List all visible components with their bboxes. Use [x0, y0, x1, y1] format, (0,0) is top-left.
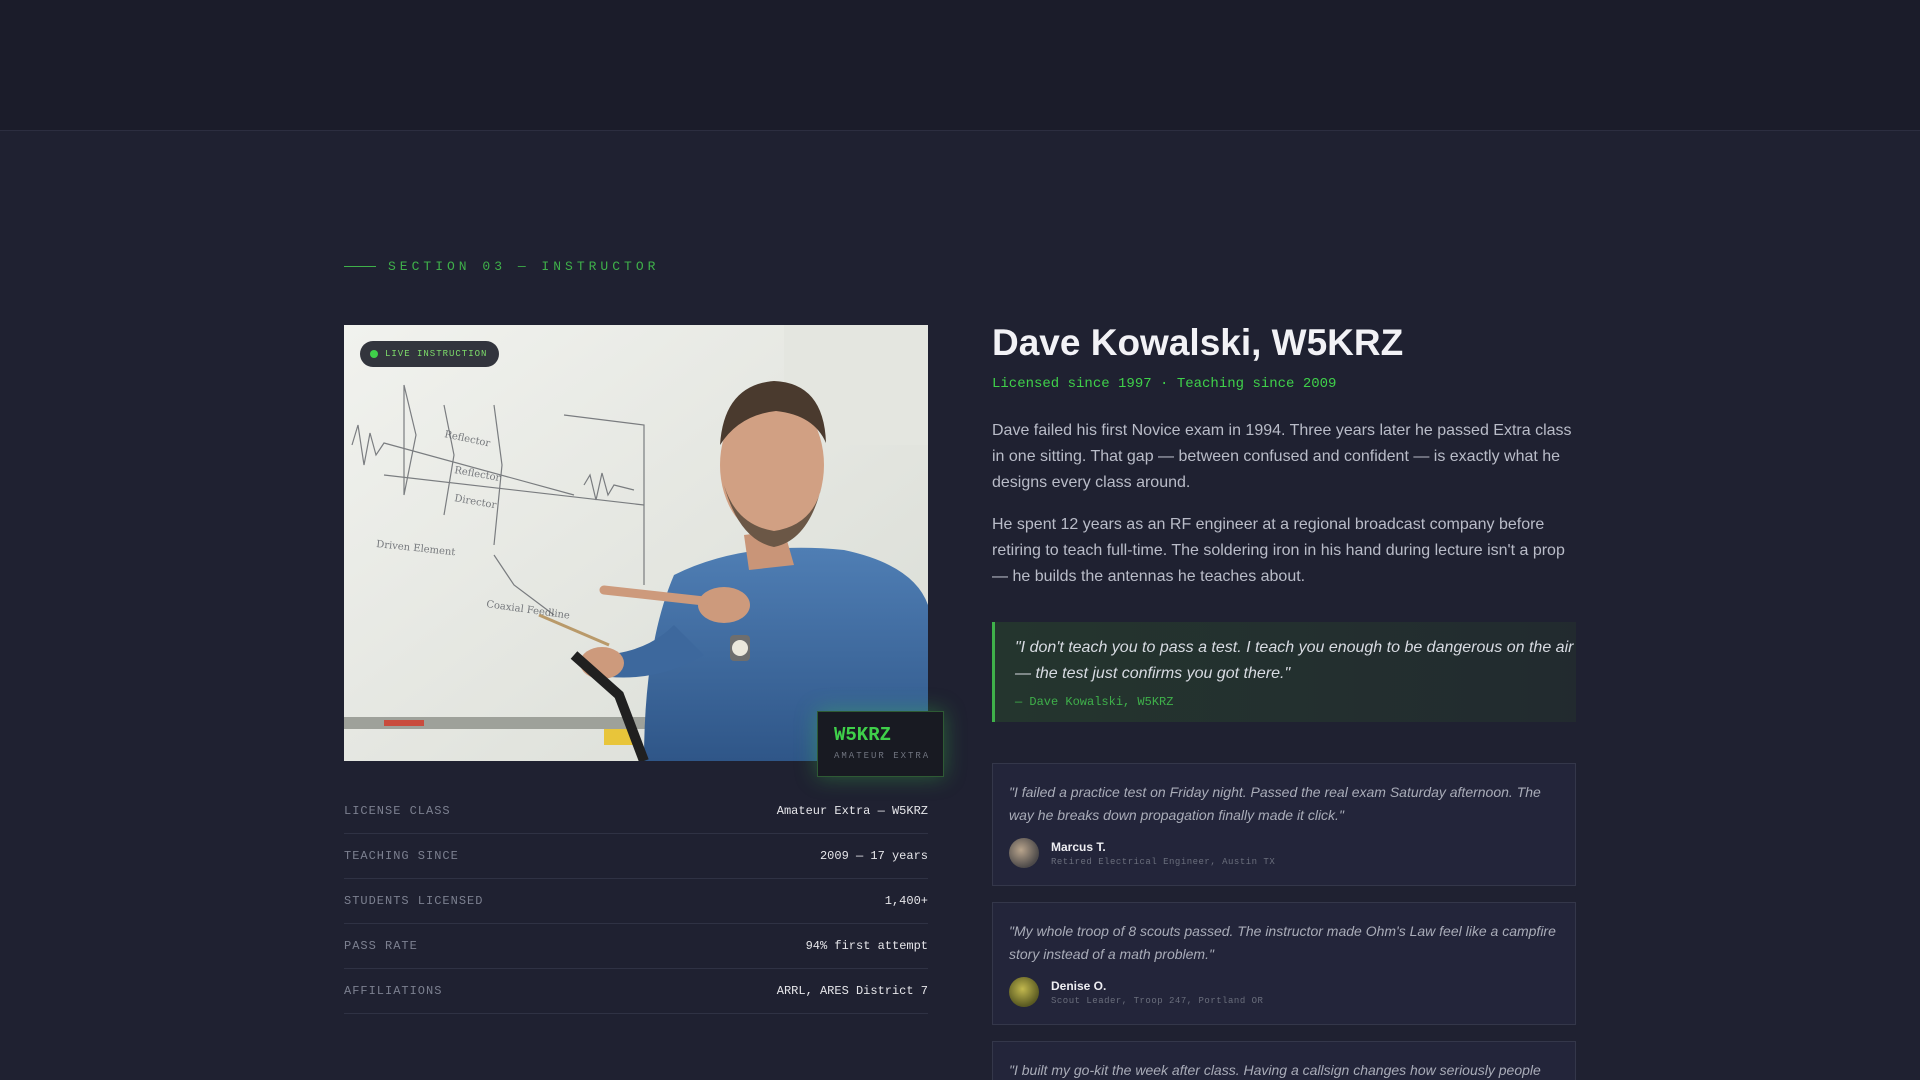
fact-value: ARRL, ARES District 7 [776, 984, 928, 998]
author-role: Scout Leader, Troop 247, Portland OR [1051, 995, 1264, 1006]
license-class: AMATEUR EXTRA [834, 751, 931, 761]
testimonial-author: Denise O. Scout Leader, Troop 247, Portl… [1009, 977, 1559, 1007]
avatar [1009, 838, 1039, 868]
fact-row: AFFILIATIONS ARRL, ARES District 7 [344, 969, 928, 1014]
fact-value: Amateur Extra — W5KRZ [776, 804, 928, 818]
section-rule [344, 266, 376, 267]
instructor-quote: "I don't teach you to pass a test. I tea… [992, 622, 1576, 722]
instructor-name: Dave Kowalski, W5KRZ [992, 322, 1404, 363]
top-navigation-bar [0, 0, 1920, 131]
live-badge-label: LIVE INSTRUCTION [385, 349, 488, 359]
fact-key: PASS RATE [344, 939, 418, 953]
testimonial-card: "I built my go-kit the week after class.… [992, 1041, 1576, 1080]
author-name: Marcus T. [1051, 839, 1106, 854]
fact-row: STUDENTS LICENSED 1,400+ [344, 879, 928, 924]
section-label-text: SECTION 03 — INSTRUCTOR [388, 259, 660, 274]
testimonial-quote: "I built my go-kit the week after class.… [1009, 1062, 1541, 1078]
fact-value: 94% first attempt [805, 939, 928, 953]
callsign: W5KRZ [834, 724, 892, 746]
testimonial-quote: "I failed a practice test on Friday nigh… [1009, 784, 1541, 823]
live-instruction-badge: LIVE INSTRUCTION [360, 341, 500, 367]
instructor-facts: LICENSE CLASS Amateur Extra — W5KRZ TEAC… [344, 789, 928, 1014]
testimonial-author: Marcus T. Retired Electrical Engineer, A… [1009, 838, 1559, 868]
author-name: Denise O. [1051, 978, 1107, 993]
fact-value: 1,400+ [884, 894, 928, 908]
quote-attribution: — Dave Kowalski, W5KRZ [1015, 695, 1174, 709]
instructor-photo-illustration: Reflector Reflector Director Driven Elem… [344, 325, 928, 761]
fact-row: PASS RATE 94% first attempt [344, 924, 928, 969]
fact-row: TEACHING SINCE 2009 — 17 years [344, 834, 928, 879]
live-indicator-icon [370, 350, 378, 358]
section-label: SECTION 03 — INSTRUCTOR [344, 259, 659, 274]
fact-key: TEACHING SINCE [344, 849, 459, 863]
avatar [1009, 977, 1039, 1007]
testimonial-card: "My whole troop of 8 scouts passed. The … [992, 902, 1576, 1025]
author-role: Retired Electrical Engineer, Austin TX [1051, 856, 1276, 867]
fact-key: LICENSE CLASS [344, 804, 451, 818]
instructor-since: Licensed since 1997 · Teaching since 200… [992, 376, 1337, 392]
quote-text: "I don't teach you to pass a test. I tea… [1015, 639, 1574, 682]
fact-row: LICENSE CLASS Amateur Extra — W5KRZ [344, 789, 928, 834]
bio-paragraph: Dave failed his first Novice exam in 199… [992, 422, 1572, 491]
instructor-photo: Reflector Reflector Director Driven Elem… [344, 325, 928, 761]
instructor-bio: Dave failed his first Novice exam in 199… [992, 418, 1576, 590]
testimonial-card: "I failed a practice test on Friday nigh… [992, 763, 1576, 886]
bio-paragraph: He spent 12 years as an RF engineer at a… [992, 516, 1565, 585]
testimonial-quote: "My whole troop of 8 scouts passed. The … [1009, 923, 1556, 962]
callsign-badge: W5KRZ AMATEUR EXTRA [817, 711, 944, 777]
instructor-details: Dave Kowalski, W5KRZ Licensed since 1997… [992, 322, 1576, 1080]
fact-key: AFFILIATIONS [344, 984, 443, 998]
fact-key: STUDENTS LICENSED [344, 894, 484, 908]
fact-value: 2009 — 17 years [819, 849, 928, 863]
